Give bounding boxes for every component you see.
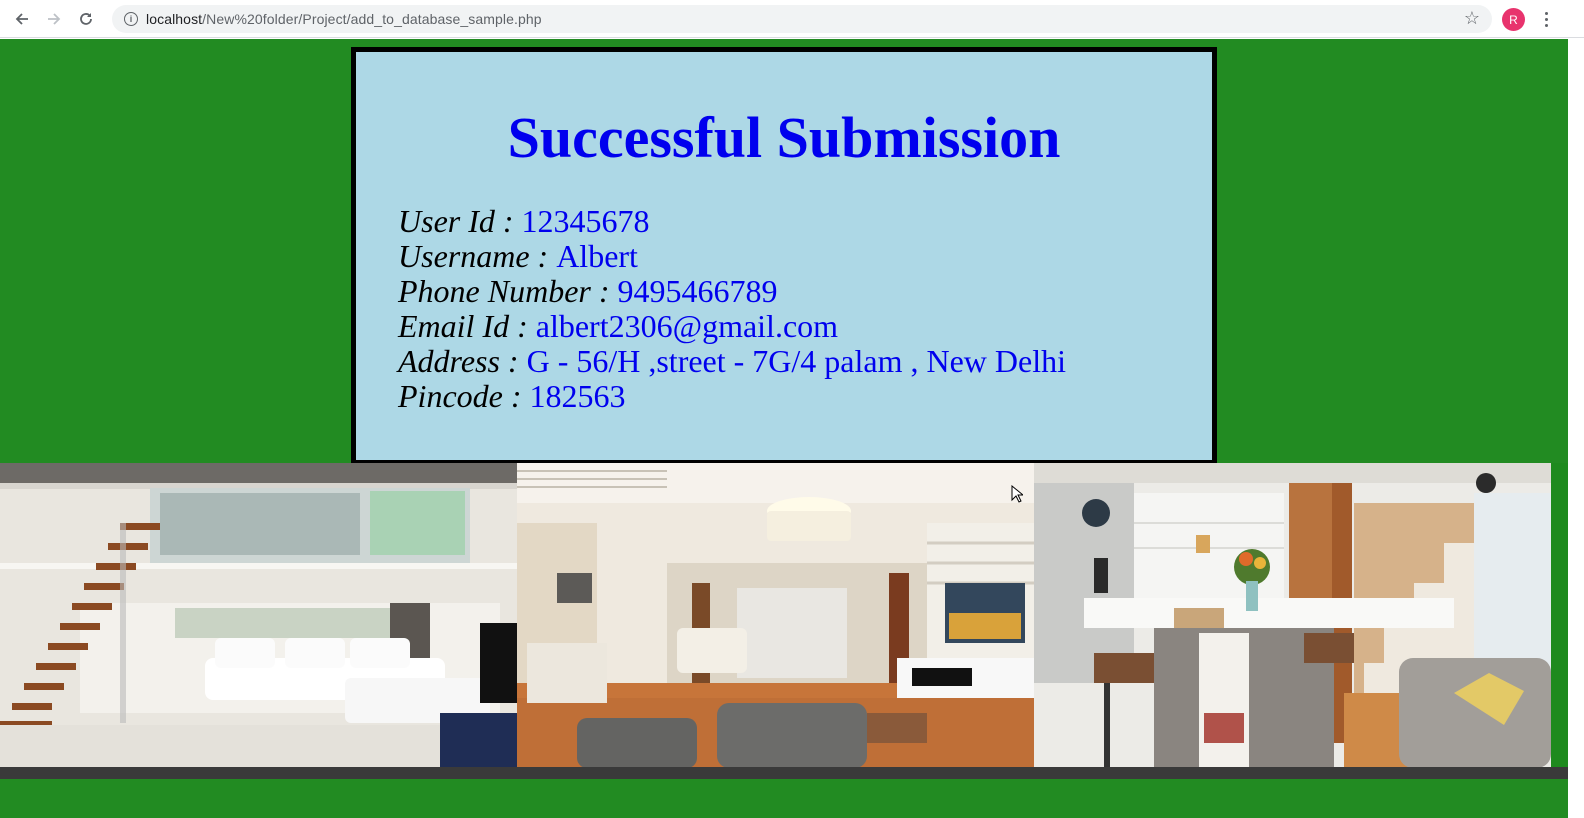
interior-photo-kitchen xyxy=(1034,463,1551,768)
photo-gallery xyxy=(0,463,1551,768)
page-edge xyxy=(1568,39,1584,818)
submission-card: Successful Submission User Id : 12345678… xyxy=(351,47,1217,465)
info-icon[interactable]: i xyxy=(124,12,138,26)
detail-row-address: Address : G - 56/H ,street - 7G/4 palam … xyxy=(398,344,1066,379)
arrow-left-icon xyxy=(15,12,28,25)
gallery-edge xyxy=(1551,463,1568,768)
back-button[interactable] xyxy=(6,3,38,35)
detail-row-user-id: User Id : 12345678 xyxy=(398,204,1066,239)
reload-icon xyxy=(80,12,92,25)
interior-photo-staircase-lounge xyxy=(0,463,517,768)
detail-label: Username : xyxy=(398,238,557,274)
detail-value: 12345678 xyxy=(521,203,650,239)
detail-value: G - 56/H ,street - 7G/4 palam , New Delh… xyxy=(526,343,1066,379)
address-bar[interactable]: i localhost/New%20folder/Project/add_to_… xyxy=(112,5,1492,33)
browser-toolbar: i localhost/New%20folder/Project/add_to_… xyxy=(0,0,1584,38)
detail-value: Albert xyxy=(556,238,638,274)
detail-row-email: Email Id : albert2306@gmail.com xyxy=(398,309,1066,344)
detail-label: Address : xyxy=(398,343,527,379)
reload-button[interactable] xyxy=(70,3,102,35)
kebab-menu-icon[interactable] xyxy=(1538,6,1554,32)
submission-details: User Id : 12345678 Username : Albert Pho… xyxy=(398,204,1066,414)
detail-value: 182563 xyxy=(529,378,626,414)
forward-button[interactable] xyxy=(38,3,70,35)
page-bottom-bar xyxy=(0,767,1568,779)
star-icon[interactable]: ☆ xyxy=(1464,8,1480,29)
detail-row-phone: Phone Number : 9495466789 xyxy=(398,274,1066,309)
detail-row-pincode: Pincode : 182563 xyxy=(398,379,1066,414)
detail-value: 9495466789 xyxy=(617,273,778,309)
url-text[interactable]: localhost/New%20folder/Project/add_to_da… xyxy=(146,11,542,27)
detail-label: User Id : xyxy=(398,203,522,239)
url-host: localhost xyxy=(146,11,203,27)
detail-label: Phone Number : xyxy=(398,273,618,309)
interior-photo-living-room xyxy=(517,463,1034,768)
detail-label: Pincode : xyxy=(398,378,530,414)
profile-avatar[interactable]: R xyxy=(1502,8,1525,31)
arrow-right-icon xyxy=(48,12,61,25)
detail-value: albert2306@gmail.com xyxy=(535,308,839,344)
detail-row-username: Username : Albert xyxy=(398,239,1066,274)
detail-label: Email Id : xyxy=(398,308,536,344)
url-path: /New%20folder/Project/add_to_database_sa… xyxy=(202,11,542,27)
page-title: Successful Submission xyxy=(507,105,1061,170)
mouse-cursor-icon xyxy=(1011,485,1023,503)
